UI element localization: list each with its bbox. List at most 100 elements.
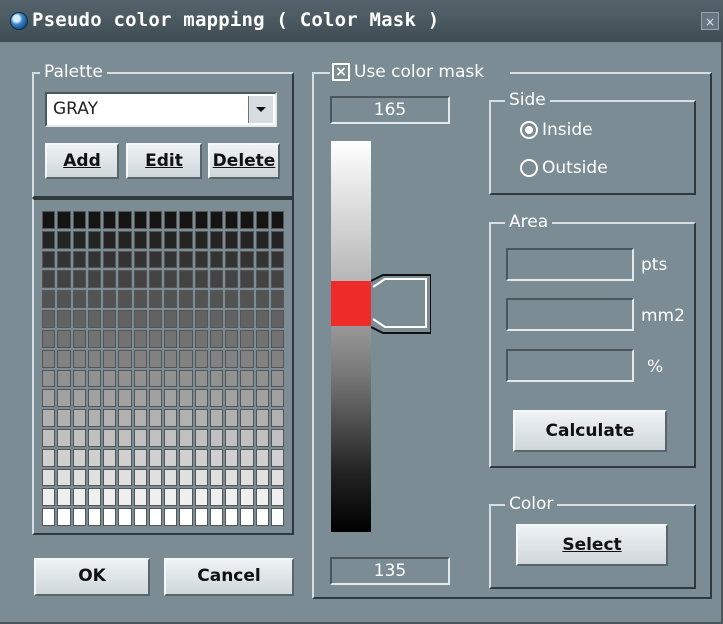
palette-swatch[interactable] — [225, 250, 239, 269]
palette-swatch[interactable] — [270, 369, 284, 388]
palette-swatch[interactable] — [118, 211, 132, 229]
palette-swatch[interactable] — [164, 488, 178, 507]
palette-swatch[interactable] — [255, 448, 269, 467]
palette-swatch[interactable] — [118, 349, 132, 368]
palette-swatch[interactable] — [225, 310, 239, 328]
palette-swatch[interactable] — [42, 329, 56, 348]
palette-swatch[interactable] — [72, 468, 86, 487]
palette-swatch[interactable] — [209, 290, 223, 309]
palette-swatch[interactable] — [270, 508, 284, 526]
palette-swatch[interactable] — [72, 230, 86, 249]
palette-swatch[interactable] — [270, 389, 284, 408]
palette-swatch[interactable] — [148, 389, 162, 408]
add-palette-button[interactable]: Add — [45, 143, 119, 179]
palette-swatch[interactable] — [255, 389, 269, 408]
palette-swatch[interactable] — [118, 389, 132, 408]
palette-swatch[interactable] — [255, 250, 269, 269]
palette-swatch[interactable] — [57, 250, 71, 269]
palette-swatch[interactable] — [225, 290, 239, 309]
palette-swatch[interactable] — [240, 250, 254, 269]
palette-swatch[interactable] — [148, 270, 162, 289]
palette-swatch[interactable] — [118, 409, 132, 427]
palette-swatch[interactable] — [240, 310, 254, 328]
palette-swatch[interactable] — [42, 349, 56, 368]
palette-swatch[interactable] — [42, 428, 56, 447]
use-mask-checkbox[interactable]: × — [332, 63, 350, 81]
palette-swatch[interactable] — [57, 290, 71, 309]
palette-swatch[interactable] — [240, 230, 254, 249]
palette-swatch[interactable] — [42, 230, 56, 249]
palette-swatch[interactable] — [209, 270, 223, 289]
palette-swatch[interactable] — [179, 310, 193, 328]
outside-radio-option[interactable]: Outside — [520, 156, 660, 180]
palette-swatch[interactable] — [194, 310, 208, 328]
palette-swatch[interactable] — [270, 409, 284, 427]
edit-palette-button[interactable]: Edit — [126, 143, 202, 179]
palette-swatch[interactable] — [194, 389, 208, 408]
palette-swatch[interactable] — [133, 488, 147, 507]
palette-swatch[interactable] — [270, 428, 284, 447]
palette-swatch[interactable] — [42, 468, 56, 487]
palette-swatch[interactable] — [87, 270, 101, 289]
palette-swatch[interactable] — [255, 409, 269, 427]
threshold-gradient-bar[interactable] — [331, 141, 371, 532]
palette-swatch[interactable] — [42, 508, 56, 526]
palette-swatch[interactable] — [194, 409, 208, 427]
palette-swatch[interactable] — [209, 230, 223, 249]
palette-swatch[interactable] — [42, 290, 56, 309]
palette-swatch[interactable] — [133, 428, 147, 447]
palette-swatch[interactable] — [209, 329, 223, 348]
palette-swatch[interactable] — [133, 310, 147, 328]
palette-swatch[interactable] — [164, 329, 178, 348]
palette-swatch[interactable] — [194, 349, 208, 368]
palette-swatch[interactable] — [72, 488, 86, 507]
palette-swatch[interactable] — [179, 428, 193, 447]
palette-swatch[interactable] — [270, 211, 284, 229]
palette-swatch[interactable] — [240, 448, 254, 467]
palette-swatch[interactable] — [57, 468, 71, 487]
palette-swatch[interactable] — [240, 428, 254, 447]
palette-swatch[interactable] — [103, 428, 117, 447]
palette-swatch[interactable] — [240, 409, 254, 427]
palette-swatch[interactable] — [103, 369, 117, 388]
palette-swatch[interactable] — [255, 428, 269, 447]
palette-swatch[interactable] — [179, 230, 193, 249]
palette-swatch[interactable] — [270, 290, 284, 309]
delete-palette-button[interactable]: Delete — [208, 143, 280, 179]
palette-swatch[interactable] — [179, 448, 193, 467]
palette-swatch[interactable] — [87, 329, 101, 348]
palette-swatch[interactable] — [42, 448, 56, 467]
palette-swatch[interactable] — [225, 448, 239, 467]
palette-swatch[interactable] — [72, 448, 86, 467]
palette-swatch[interactable] — [118, 488, 132, 507]
palette-swatch[interactable] — [179, 290, 193, 309]
use-mask-toggle[interactable]: × Use color mask — [330, 62, 350, 82]
palette-swatch[interactable] — [72, 270, 86, 289]
palette-swatch[interactable] — [148, 211, 162, 229]
palette-swatch[interactable] — [72, 389, 86, 408]
palette-swatch[interactable] — [209, 428, 223, 447]
palette-swatch[interactable] — [103, 329, 117, 348]
palette-swatch[interactable] — [225, 329, 239, 348]
palette-swatch[interactable] — [133, 349, 147, 368]
palette-swatch[interactable] — [72, 329, 86, 348]
palette-swatch[interactable] — [209, 508, 223, 526]
palette-swatch[interactable] — [57, 428, 71, 447]
palette-swatch[interactable] — [240, 468, 254, 487]
palette-swatch[interactable] — [118, 329, 132, 348]
palette-swatch[interactable] — [118, 230, 132, 249]
palette-swatch[interactable] — [209, 349, 223, 368]
palette-swatch[interactable] — [164, 448, 178, 467]
palette-swatch[interactable] — [240, 270, 254, 289]
palette-swatch[interactable] — [118, 468, 132, 487]
palette-swatch[interactable] — [240, 349, 254, 368]
palette-swatch[interactable] — [240, 329, 254, 348]
palette-swatch[interactable] — [255, 310, 269, 328]
palette-swatch[interactable] — [118, 508, 132, 526]
palette-swatch[interactable] — [133, 270, 147, 289]
palette-swatch[interactable] — [103, 230, 117, 249]
palette-swatch[interactable] — [72, 310, 86, 328]
palette-swatch[interactable] — [133, 389, 147, 408]
palette-swatch[interactable] — [148, 468, 162, 487]
palette-swatch[interactable] — [164, 211, 178, 229]
